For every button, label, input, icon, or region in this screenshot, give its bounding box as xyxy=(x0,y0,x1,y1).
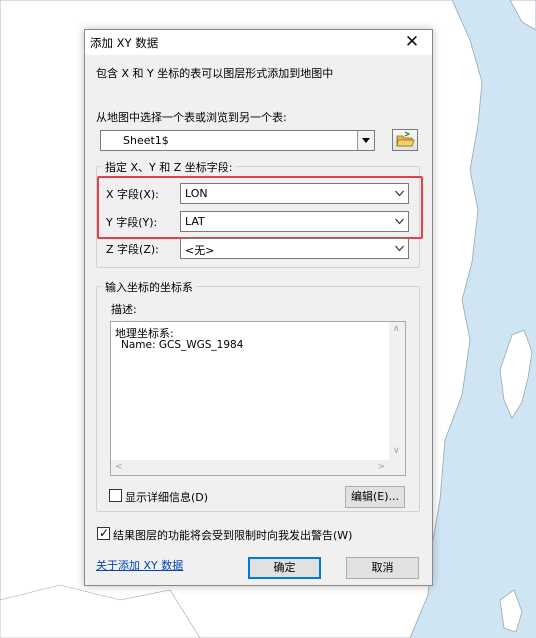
table-select-dropdown-button[interactable] xyxy=(357,131,374,150)
add-xy-data-dialog: 添加 XY 数据 ✕ 包含 X 和 Y 坐标的表可以图层形式添加到地图中 从地图… xyxy=(84,29,433,586)
x-field-label: X 字段(X): xyxy=(106,188,159,201)
chevron-down-icon xyxy=(395,245,404,252)
dialog-title: 添加 XY 数据 xyxy=(90,36,159,50)
show-details-checkbox[interactable] xyxy=(109,489,122,502)
warn-label: 结果图层的功能将会受到限制时向我发出警告(W) xyxy=(113,529,353,542)
z-field-value: <无> xyxy=(185,244,215,257)
crs-name-text: Name: GCS_WGS_1984 xyxy=(121,339,244,351)
table-select-value: Sheet1$ xyxy=(123,134,169,147)
cancel-button[interactable]: 取消 xyxy=(346,557,419,579)
show-details-label: 显示详细信息(D) xyxy=(125,491,209,504)
fields-group-label: 指定 X、Y 和 Z 坐标字段: xyxy=(102,159,236,175)
scroll-up-icon[interactable]: ∧ xyxy=(393,325,400,334)
close-button[interactable]: ✕ xyxy=(402,31,422,53)
chevron-down-icon xyxy=(362,138,370,143)
scroll-right-icon[interactable]: > xyxy=(377,463,385,472)
scrollbar-corner xyxy=(389,460,405,475)
vertical-scrollbar[interactable]: ∧ ∨ xyxy=(389,322,405,475)
x-field-value: LON xyxy=(185,187,208,200)
x-field-select[interactable]: LON xyxy=(180,183,409,204)
crs-description-label: 描述: xyxy=(111,303,137,316)
chevron-down-icon xyxy=(395,190,404,197)
table-prompt-label: 从地图中选择一个表或浏览到另一个表: xyxy=(96,111,287,124)
y-field-label: Y 字段(Y): xyxy=(106,216,158,229)
open-folder-icon xyxy=(396,131,415,147)
chevron-down-icon xyxy=(395,218,404,225)
crs-description-box[interactable]: 地理坐标系: Name: GCS_WGS_1984 ∧ ∨ < > xyxy=(110,321,406,476)
scroll-left-icon[interactable]: < xyxy=(115,463,123,472)
edit-button[interactable]: 编辑(E)... xyxy=(345,486,405,508)
check-icon: ✓ xyxy=(99,526,110,540)
warn-checkbox[interactable]: ✓ xyxy=(97,526,110,540)
dialog-titlebar: 添加 XY 数据 ✕ xyxy=(85,30,432,55)
crs-group-label: 输入坐标的坐标系 xyxy=(102,279,196,295)
y-field-select[interactable]: LAT xyxy=(180,211,409,232)
z-field-label: Z 字段(Z): xyxy=(106,243,159,256)
y-field-value: LAT xyxy=(185,215,205,228)
ok-button[interactable]: 确定 xyxy=(248,557,321,579)
dialog-description: 包含 X 和 Y 坐标的表可以图层形式添加到地图中 xyxy=(96,67,334,80)
z-field-select[interactable]: <无> xyxy=(180,238,409,259)
table-select[interactable]: Sheet1$ xyxy=(100,130,375,151)
scroll-down-icon[interactable]: ∨ xyxy=(393,447,400,456)
browse-folder-button[interactable] xyxy=(392,129,418,151)
about-add-xy-link[interactable]: 关于添加 XY 数据 xyxy=(96,557,183,573)
horizontal-scrollbar[interactable]: < > xyxy=(111,460,389,475)
